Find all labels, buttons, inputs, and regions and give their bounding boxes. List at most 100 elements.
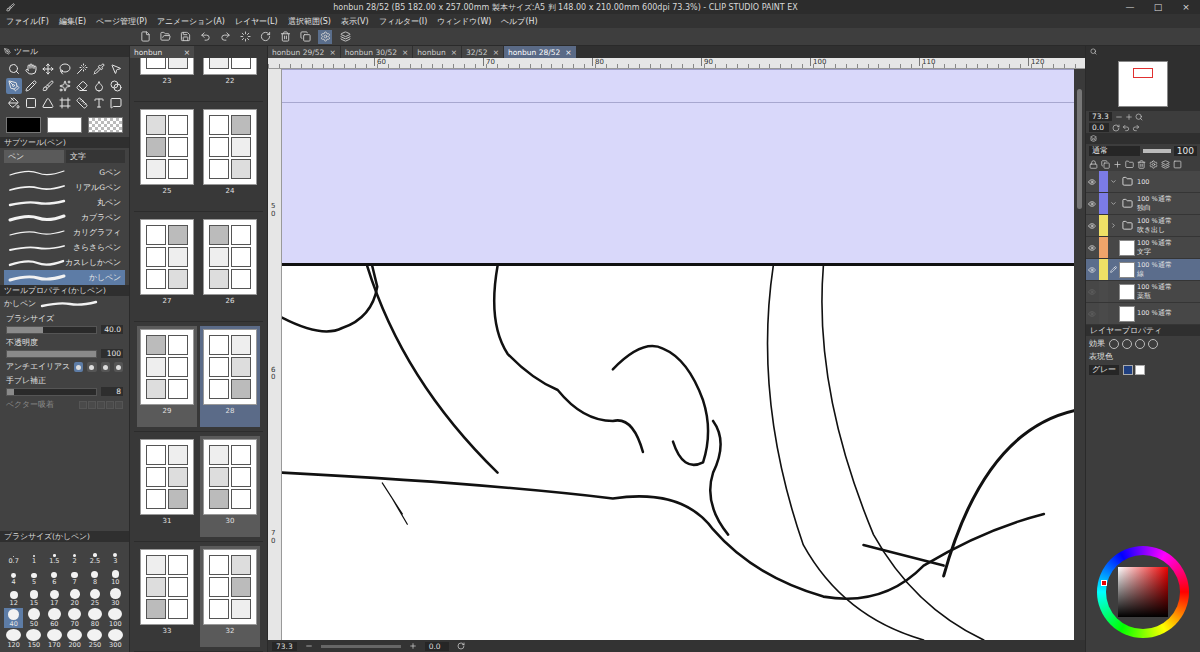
main-color-swatch[interactable] [6, 117, 41, 133]
sub-tool-item[interactable]: カブラペン [4, 210, 125, 225]
menu-item[interactable]: ファイル(F) [6, 16, 49, 27]
window-control-button[interactable]: □ [1144, 0, 1172, 14]
sub-tool-item[interactable]: 丸ペン [4, 195, 125, 210]
brush-size-option[interactable]: 70 [65, 608, 84, 628]
command-button[interactable] [318, 30, 332, 44]
layer-tool-icon[interactable] [1101, 160, 1110, 169]
menu-item[interactable]: ウィンドウ(W) [437, 16, 491, 27]
page-thumbnail[interactable]: 29 [137, 326, 197, 427]
brush-size-option[interactable]: 7 [65, 566, 84, 586]
command-button[interactable] [338, 30, 352, 44]
window-control-button[interactable]: × [1172, 0, 1200, 14]
navigator-angle[interactable]: 0.0 [1089, 123, 1109, 132]
menu-item[interactable]: レイヤー(L) [235, 16, 278, 27]
property-value[interactable]: 8 [101, 387, 123, 396]
tool-button[interactable] [6, 61, 22, 77]
command-button[interactable] [178, 30, 192, 44]
transparent-swatch[interactable] [88, 117, 123, 133]
eye-icon[interactable] [1088, 244, 1096, 252]
antialias-option[interactable] [74, 362, 83, 372]
command-button[interactable] [298, 30, 312, 44]
brush-size-option[interactable]: 80 [85, 608, 104, 628]
tool-button[interactable] [40, 95, 56, 111]
blend-mode-select[interactable]: 通常 [1089, 146, 1140, 156]
command-button[interactable] [138, 30, 152, 44]
brush-size-option[interactable]: 2 [65, 545, 84, 565]
layer-tool-icon[interactable] [1173, 160, 1182, 169]
sub-tool-tab[interactable]: ペン [4, 150, 64, 163]
antialias-option[interactable] [114, 362, 123, 372]
menu-item[interactable]: フィルター(I) [379, 16, 428, 27]
brush-size-option[interactable]: 17 [45, 587, 64, 607]
property-row[interactable]: 不透明度100 [0, 336, 129, 360]
page-thumbnail[interactable]: 33 [137, 546, 197, 647]
layer-opacity[interactable]: 100 [1174, 146, 1197, 156]
brush-size-option[interactable]: 20 [65, 587, 84, 607]
brush-size-option[interactable]: 2.5 [85, 545, 104, 565]
sub-tool-item[interactable]: カリグラフィ [4, 225, 125, 240]
tool-button[interactable] [74, 95, 90, 111]
brush-size-option[interactable]: 30 [106, 587, 125, 607]
tool-button[interactable] [91, 78, 107, 94]
eye-icon[interactable] [1088, 266, 1096, 274]
property-value[interactable]: 100 [101, 349, 123, 358]
property-value[interactable]: 40.0 [101, 325, 123, 334]
document-tab[interactable]: honbun 30/52× [341, 46, 413, 58]
sub-color-swatch[interactable] [47, 117, 82, 133]
page-thumbnail[interactable]: 25 [137, 106, 197, 207]
navigator-preview[interactable] [1118, 61, 1168, 107]
tool-button[interactable] [23, 61, 39, 77]
tool-button[interactable] [6, 78, 22, 94]
brush-size-option[interactable]: 170 [45, 629, 64, 649]
tool-button[interactable] [74, 61, 90, 77]
page-manager-tab[interactable]: honbun× [130, 46, 194, 58]
property-slider[interactable] [6, 350, 97, 358]
layer-tool-icon[interactable] [1149, 160, 1158, 169]
page-thumbnail[interactable]: 32 [200, 546, 260, 647]
command-button[interactable] [218, 30, 232, 44]
menu-item[interactable]: 編集(E) [59, 16, 86, 27]
brush-size-option[interactable]: 200 [65, 629, 84, 649]
brush-size-option[interactable]: 50 [24, 608, 43, 628]
brush-size-option[interactable]: 100 [106, 608, 125, 628]
angle-field[interactable]: 0.0 [425, 642, 449, 651]
brush-size-option[interactable]: 4 [4, 566, 23, 586]
layer-tool-icon[interactable] [1161, 160, 1170, 169]
command-button[interactable] [258, 30, 272, 44]
zoom-field[interactable]: 73.3 [272, 642, 297, 651]
menu-item[interactable]: ヘルプ(H) [501, 16, 537, 27]
tool-button[interactable] [23, 95, 39, 111]
brush-size-option[interactable]: 120 [4, 629, 23, 649]
sub-tool-item[interactable]: かしペン [4, 270, 125, 285]
brush-size-option[interactable]: 8 [85, 566, 104, 586]
page-thumbnail[interactable]: 30 [200, 436, 260, 537]
document-tab[interactable]: honbun 28/52× [504, 46, 576, 58]
menu-item[interactable]: 表示(V) [341, 16, 369, 27]
menu-item[interactable]: アニメーション(A) [157, 16, 225, 27]
eye-icon[interactable] [1088, 288, 1096, 296]
property-row[interactable]: 手ブレ補正8 [0, 374, 129, 398]
page-thumbnail[interactable]: 27 [137, 216, 197, 317]
brush-size-option[interactable]: 5 [24, 566, 43, 586]
menu-item[interactable]: 選択範囲(S) [288, 16, 331, 27]
tool-button[interactable] [57, 95, 73, 111]
tool-button[interactable] [57, 61, 73, 77]
property-slider[interactable] [6, 326, 97, 334]
tool-button[interactable] [40, 78, 56, 94]
tool-button[interactable] [108, 95, 124, 111]
layer-row[interactable]: 100 %通常文字 [1086, 237, 1200, 259]
layer-row[interactable]: 100 %通常 [1086, 303, 1200, 325]
tool-button[interactable] [40, 61, 56, 77]
tool-button[interactable] [6, 95, 22, 111]
sub-tool-tab[interactable]: 文字 [66, 150, 126, 163]
layer-tool-icon[interactable] [1125, 160, 1134, 169]
eye-icon[interactable] [1088, 310, 1096, 318]
page-thumbnail[interactable]: 31 [137, 436, 197, 537]
brush-size-option[interactable]: 40 [4, 608, 23, 628]
window-control-button[interactable]: — [1116, 0, 1144, 14]
command-button[interactable] [278, 30, 292, 44]
canvas-page[interactable] [282, 69, 1074, 640]
layer-row[interactable]: 100 %通常薬瓶 [1086, 281, 1200, 303]
navigator-zoom[interactable]: 73.3 [1089, 112, 1112, 121]
brush-size-option[interactable]: 250 [85, 629, 104, 649]
